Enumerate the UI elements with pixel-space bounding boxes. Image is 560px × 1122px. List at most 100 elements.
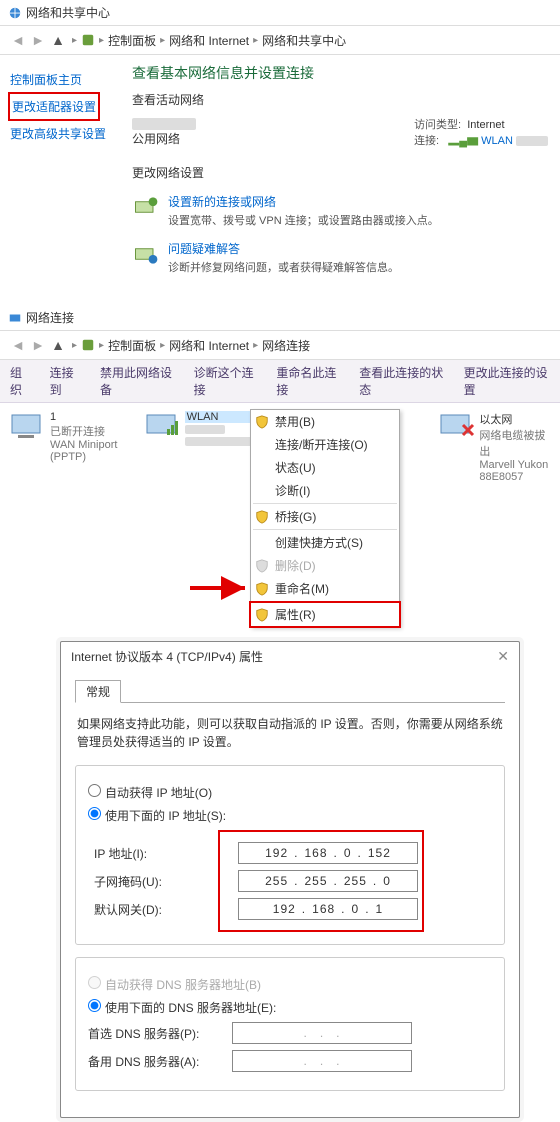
access-type-value: Internet bbox=[467, 119, 504, 131]
adapter-blur bbox=[185, 437, 255, 446]
back-arrow-icon[interactable]: ◄ bbox=[8, 30, 28, 50]
link-troubleshoot-title[interactable]: 问题疑难解答 bbox=[168, 240, 399, 257]
dns2-label: 备用 DNS 服务器(A): bbox=[88, 1053, 208, 1070]
troubleshoot-icon bbox=[132, 240, 160, 268]
ipv4-dialog: Internet 协议版本 4 (TCP/IPv4) 属性 ✕ 常规 如果网络支… bbox=[60, 641, 520, 1118]
conn-sub1: 网络电缆被拔出 bbox=[479, 427, 550, 459]
left-nav: 控制面板主页 更改适配器设置 更改高级共享设置 bbox=[0, 63, 120, 287]
radio-manual-ip[interactable]: 使用下面的 IP 地址(S): bbox=[88, 807, 492, 824]
change-net-label: 更改网络设置 bbox=[132, 164, 548, 181]
conn-name: WLAN bbox=[185, 411, 255, 423]
sep-icon: ▸ bbox=[68, 35, 81, 46]
conn-name: 1 bbox=[50, 411, 121, 423]
ctx-disable[interactable]: 禁用(B) bbox=[251, 410, 399, 433]
wifi-icon: ▂▄▆ bbox=[448, 135, 478, 147]
crumb-control-panel[interactable]: 控制面板 bbox=[108, 337, 156, 354]
shield-icon bbox=[255, 582, 269, 596]
ctx-bridge[interactable]: 桥接(G) bbox=[251, 505, 399, 528]
connection-link[interactable]: WLAN bbox=[481, 135, 513, 147]
ctx-status[interactable]: 状态(U) bbox=[251, 456, 399, 479]
adapter-icon bbox=[439, 411, 475, 441]
radio-manual-dns[interactable]: 使用下面的 DNS 服务器地址(E): bbox=[88, 999, 492, 1016]
tb-disable[interactable]: 禁用此网络设备 bbox=[100, 364, 176, 398]
shield-icon bbox=[255, 559, 269, 573]
dns1-input[interactable]: ... bbox=[232, 1022, 412, 1044]
crumb-net-sharing[interactable]: 网络和共享中心 bbox=[262, 32, 346, 49]
fwd-arrow-icon: ► bbox=[28, 335, 48, 355]
ctx-diagnose[interactable]: 诊断(I) bbox=[251, 479, 399, 502]
ip-input[interactable]: 192.168.0.152 bbox=[238, 842, 418, 864]
tb-rename[interactable]: 重命名此连接 bbox=[276, 364, 341, 398]
control-panel-icon bbox=[81, 33, 95, 47]
context-menu: 禁用(B) 连接/断开连接(O) 状态(U) 诊断(I) 桥接(G) 创建快捷方… bbox=[250, 409, 400, 627]
up-arrow-icon[interactable]: ▲ bbox=[48, 335, 68, 355]
adapter-icon bbox=[145, 411, 181, 441]
window2-title: 网络连接 bbox=[26, 309, 74, 326]
nav-adapter-settings[interactable]: 更改适配器设置 bbox=[10, 94, 98, 119]
fwd-arrow-icon: ► bbox=[28, 30, 48, 50]
shield-icon bbox=[255, 415, 269, 429]
nav-adv-sharing[interactable]: 更改高级共享设置 bbox=[8, 121, 112, 146]
network-icon bbox=[8, 311, 22, 325]
ctx-connect[interactable]: 连接/断开连接(O) bbox=[251, 433, 399, 456]
dialog-title: Internet 协议版本 4 (TCP/IPv4) 属性 bbox=[71, 648, 263, 665]
active-net-label: 查看活动网络 bbox=[132, 91, 548, 108]
new-connection-icon bbox=[132, 193, 160, 221]
connection-label: 连接: bbox=[414, 135, 439, 147]
conn-pptp[interactable]: 1 已断开连接 WAN Miniport (PPTP) bbox=[10, 411, 121, 605]
mask-input[interactable]: 255.255.255.0 bbox=[238, 870, 418, 892]
dns2-input[interactable]: ... bbox=[232, 1050, 412, 1072]
crumb-net-connections[interactable]: 网络连接 bbox=[262, 337, 310, 354]
breadcrumb-2: ◄ ► ▲ ▸ ▸ 控制面板 ▸ 网络和 Internet ▸ 网络连接 bbox=[0, 330, 560, 360]
tb-organize[interactable]: 组织 bbox=[10, 364, 32, 398]
tb-connect-to[interactable]: 连接到 bbox=[50, 364, 82, 398]
crumb-net-internet[interactable]: 网络和 Internet bbox=[169, 32, 249, 49]
dns-group: 自动获得 DNS 服务器地址(B) 使用下面的 DNS 服务器地址(E): 首选… bbox=[75, 957, 505, 1091]
dns1-label: 首选 DNS 服务器(P): bbox=[88, 1025, 208, 1042]
up-arrow-icon[interactable]: ▲ bbox=[48, 30, 68, 50]
active-network: 公用网络 访问类型: Internet 连接: ▂▄▆ WLAN bbox=[132, 116, 548, 148]
link-new-connection[interactable]: 设置新的连接或网络 设置宽带、拨号或 VPN 连接；或设置路由器或接入点。 bbox=[132, 193, 548, 228]
control-panel-icon bbox=[81, 338, 95, 352]
dialog-intro: 如果网络支持此功能，则可以获取自动指派的 IP 设置。否则，你需要从网络系统管理… bbox=[77, 715, 503, 751]
radio-auto-ip[interactable]: 自动获得 IP 地址(O) bbox=[88, 784, 492, 801]
gw-label: 默认网关(D): bbox=[94, 901, 214, 918]
ctx-properties[interactable]: 属性(R) bbox=[249, 601, 401, 628]
radio-auto-dns[interactable]: 自动获得 DNS 服务器地址(B) bbox=[88, 976, 492, 993]
shield-icon bbox=[255, 608, 269, 622]
tb-diagnose[interactable]: 诊断这个连接 bbox=[194, 364, 259, 398]
nav-cp-home[interactable]: 控制面板主页 bbox=[8, 67, 112, 92]
tb-view-status[interactable]: 查看此连接的状态 bbox=[359, 364, 445, 398]
network-icon bbox=[8, 6, 22, 20]
ctx-shortcut[interactable]: 创建快捷方式(S) bbox=[251, 531, 399, 554]
ip-group: 自动获得 IP 地址(O) 使用下面的 IP 地址(S): IP 地址(I): … bbox=[75, 765, 505, 945]
close-icon[interactable]: ✕ bbox=[497, 648, 509, 665]
conn-wlan[interactable]: WLAN bbox=[145, 411, 256, 605]
ssid-blur bbox=[516, 136, 548, 146]
back-arrow-icon[interactable]: ◄ bbox=[8, 335, 28, 355]
conn-name: 以太网 bbox=[479, 411, 550, 427]
adapter-icon bbox=[10, 411, 46, 441]
access-type-label: 访问类型: bbox=[414, 119, 461, 131]
window1-title: 网络和共享中心 bbox=[26, 4, 110, 21]
page-heading: 查看基本网络信息并设置连接 bbox=[132, 63, 548, 83]
tb-change-settings[interactable]: 更改此连接的设置 bbox=[464, 364, 550, 398]
crumb-control-panel[interactable]: 控制面板 bbox=[108, 32, 156, 49]
link-troubleshoot[interactable]: 问题疑难解答 诊断并修复网络问题，或者获得疑难解答信息。 bbox=[132, 240, 548, 275]
conn-sub2: Marvell Yukon 88E8057 bbox=[479, 459, 550, 483]
conn-sub2: WAN Miniport (PPTP) bbox=[50, 439, 121, 463]
network-category: 公用网络 bbox=[132, 130, 414, 147]
crumb-net-internet[interactable]: 网络和 Internet bbox=[169, 337, 249, 354]
link-new-connection-title[interactable]: 设置新的连接或网络 bbox=[168, 193, 439, 210]
dialog-titlebar: Internet 协议版本 4 (TCP/IPv4) 属性 ✕ bbox=[61, 642, 519, 671]
ctx-rename[interactable]: 重命名(M) bbox=[251, 577, 399, 600]
toolbar: 组织 连接到 禁用此网络设备 诊断这个连接 重命名此连接 查看此连接的状态 更改… bbox=[0, 360, 560, 403]
ip-label: IP 地址(I): bbox=[94, 845, 214, 862]
tab-general[interactable]: 常规 bbox=[75, 680, 121, 703]
conn-ethernet[interactable]: 以太网 网络电缆被拔出 Marvell Yukon 88E8057 bbox=[439, 411, 550, 605]
mask-label: 子网掩码(U): bbox=[94, 873, 214, 890]
link-troubleshoot-desc: 诊断并修复网络问题，或者获得疑难解答信息。 bbox=[168, 259, 399, 275]
gw-input[interactable]: 192.168.0.1 bbox=[238, 898, 418, 920]
ssid-blur bbox=[185, 425, 225, 434]
breadcrumb-1: ◄ ► ▲ ▸ ▸ 控制面板 ▸ 网络和 Internet ▸ 网络和共享中心 bbox=[0, 25, 560, 55]
